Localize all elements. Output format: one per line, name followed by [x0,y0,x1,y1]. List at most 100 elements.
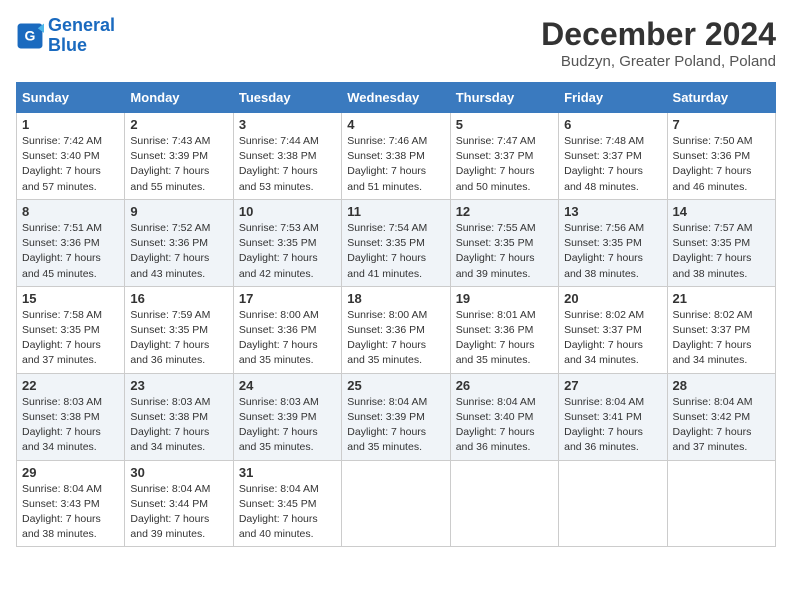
day-info: Sunrise: 7:50 AMSunset: 3:36 PMDaylight:… [673,134,770,195]
day-info: Sunrise: 7:53 AMSunset: 3:35 PMDaylight:… [239,221,336,282]
day-number: 27 [564,378,661,393]
table-row: 18 Sunrise: 8:00 AMSunset: 3:36 PMDaylig… [342,286,450,373]
table-row: 15 Sunrise: 7:58 AMSunset: 3:35 PMDaylig… [17,286,125,373]
day-info: Sunrise: 8:03 AMSunset: 3:39 PMDaylight:… [239,395,336,456]
calendar-row: 1 Sunrise: 7:42 AMSunset: 3:40 PMDayligh… [17,113,776,200]
col-tuesday: Tuesday [233,83,341,113]
month-title: December 2024 [541,16,776,53]
day-number: 6 [564,117,661,132]
table-row: 27 Sunrise: 8:04 AMSunset: 3:41 PMDaylig… [559,373,667,460]
location-title: Budzyn, Greater Poland, Poland [541,53,776,70]
table-row: 10 Sunrise: 7:53 AMSunset: 3:35 PMDaylig… [233,199,341,286]
day-number: 10 [239,204,336,219]
table-row: 14 Sunrise: 7:57 AMSunset: 3:35 PMDaylig… [667,199,775,286]
day-number: 18 [347,291,444,306]
logo: G General Blue [16,16,115,56]
table-row: 8 Sunrise: 7:51 AMSunset: 3:36 PMDayligh… [17,199,125,286]
day-number: 22 [22,378,119,393]
table-row: 24 Sunrise: 8:03 AMSunset: 3:39 PMDaylig… [233,373,341,460]
table-row: 2 Sunrise: 7:43 AMSunset: 3:39 PMDayligh… [125,113,233,200]
day-number: 5 [456,117,553,132]
day-number: 16 [130,291,227,306]
table-row: 1 Sunrise: 7:42 AMSunset: 3:40 PMDayligh… [17,113,125,200]
calendar-row: 8 Sunrise: 7:51 AMSunset: 3:36 PMDayligh… [17,199,776,286]
logo-line2: Blue [48,35,87,55]
col-friday: Friday [559,83,667,113]
day-info: Sunrise: 8:04 AMSunset: 3:43 PMDaylight:… [22,482,119,543]
table-row: 4 Sunrise: 7:46 AMSunset: 3:38 PMDayligh… [342,113,450,200]
table-row: 31 Sunrise: 8:04 AMSunset: 3:45 PMDaylig… [233,460,341,547]
day-number: 17 [239,291,336,306]
table-row: 17 Sunrise: 8:00 AMSunset: 3:36 PMDaylig… [233,286,341,373]
day-number: 7 [673,117,770,132]
day-number: 25 [347,378,444,393]
day-number: 11 [347,204,444,219]
day-info: Sunrise: 7:44 AMSunset: 3:38 PMDaylight:… [239,134,336,195]
col-sunday: Sunday [17,83,125,113]
day-number: 12 [456,204,553,219]
day-number: 4 [347,117,444,132]
day-info: Sunrise: 7:52 AMSunset: 3:36 PMDaylight:… [130,221,227,282]
day-info: Sunrise: 8:04 AMSunset: 3:42 PMDaylight:… [673,395,770,456]
calendar-row: 22 Sunrise: 8:03 AMSunset: 3:38 PMDaylig… [17,373,776,460]
day-info: Sunrise: 8:04 AMSunset: 3:41 PMDaylight:… [564,395,661,456]
day-info: Sunrise: 8:04 AMSunset: 3:39 PMDaylight:… [347,395,444,456]
logo-line1: General [48,15,115,35]
table-row: 20 Sunrise: 8:02 AMSunset: 3:37 PMDaylig… [559,286,667,373]
day-info: Sunrise: 8:02 AMSunset: 3:37 PMDaylight:… [673,308,770,369]
table-row: 6 Sunrise: 7:48 AMSunset: 3:37 PMDayligh… [559,113,667,200]
title-area: December 2024 Budzyn, Greater Poland, Po… [541,16,776,70]
day-number: 13 [564,204,661,219]
day-info: Sunrise: 7:59 AMSunset: 3:35 PMDaylight:… [130,308,227,369]
table-row [667,460,775,547]
table-row: 16 Sunrise: 7:59 AMSunset: 3:35 PMDaylig… [125,286,233,373]
day-number: 28 [673,378,770,393]
calendar-table: Sunday Monday Tuesday Wednesday Thursday… [16,82,776,547]
table-row: 11 Sunrise: 7:54 AMSunset: 3:35 PMDaylig… [342,199,450,286]
logo-icon: G [16,22,44,50]
day-number: 8 [22,204,119,219]
day-number: 3 [239,117,336,132]
header-row: Sunday Monday Tuesday Wednesday Thursday… [17,83,776,113]
day-number: 2 [130,117,227,132]
table-row: 9 Sunrise: 7:52 AMSunset: 3:36 PMDayligh… [125,199,233,286]
day-info: Sunrise: 7:57 AMSunset: 3:35 PMDaylight:… [673,221,770,282]
day-info: Sunrise: 7:56 AMSunset: 3:35 PMDaylight:… [564,221,661,282]
table-row: 12 Sunrise: 7:55 AMSunset: 3:35 PMDaylig… [450,199,558,286]
day-info: Sunrise: 8:03 AMSunset: 3:38 PMDaylight:… [130,395,227,456]
day-info: Sunrise: 7:43 AMSunset: 3:39 PMDaylight:… [130,134,227,195]
day-info: Sunrise: 7:58 AMSunset: 3:35 PMDaylight:… [22,308,119,369]
calendar-row: 15 Sunrise: 7:58 AMSunset: 3:35 PMDaylig… [17,286,776,373]
col-thursday: Thursday [450,83,558,113]
day-info: Sunrise: 7:54 AMSunset: 3:35 PMDaylight:… [347,221,444,282]
day-number: 9 [130,204,227,219]
table-row: 13 Sunrise: 7:56 AMSunset: 3:35 PMDaylig… [559,199,667,286]
table-row: 22 Sunrise: 8:03 AMSunset: 3:38 PMDaylig… [17,373,125,460]
table-row: 29 Sunrise: 8:04 AMSunset: 3:43 PMDaylig… [17,460,125,547]
day-info: Sunrise: 7:47 AMSunset: 3:37 PMDaylight:… [456,134,553,195]
table-row: 25 Sunrise: 8:04 AMSunset: 3:39 PMDaylig… [342,373,450,460]
day-number: 15 [22,291,119,306]
day-number: 29 [22,465,119,480]
day-info: Sunrise: 8:02 AMSunset: 3:37 PMDaylight:… [564,308,661,369]
table-row [450,460,558,547]
day-info: Sunrise: 8:04 AMSunset: 3:44 PMDaylight:… [130,482,227,543]
day-number: 14 [673,204,770,219]
day-info: Sunrise: 8:04 AMSunset: 3:40 PMDaylight:… [456,395,553,456]
day-number: 30 [130,465,227,480]
day-number: 1 [22,117,119,132]
day-info: Sunrise: 7:46 AMSunset: 3:38 PMDaylight:… [347,134,444,195]
day-info: Sunrise: 8:03 AMSunset: 3:38 PMDaylight:… [22,395,119,456]
day-info: Sunrise: 8:04 AMSunset: 3:45 PMDaylight:… [239,482,336,543]
day-info: Sunrise: 8:01 AMSunset: 3:36 PMDaylight:… [456,308,553,369]
day-number: 24 [239,378,336,393]
table-row: 23 Sunrise: 8:03 AMSunset: 3:38 PMDaylig… [125,373,233,460]
table-row: 7 Sunrise: 7:50 AMSunset: 3:36 PMDayligh… [667,113,775,200]
day-info: Sunrise: 7:42 AMSunset: 3:40 PMDaylight:… [22,134,119,195]
day-number: 26 [456,378,553,393]
day-number: 19 [456,291,553,306]
table-row: 26 Sunrise: 8:04 AMSunset: 3:40 PMDaylig… [450,373,558,460]
day-info: Sunrise: 7:55 AMSunset: 3:35 PMDaylight:… [456,221,553,282]
col-wednesday: Wednesday [342,83,450,113]
day-number: 20 [564,291,661,306]
